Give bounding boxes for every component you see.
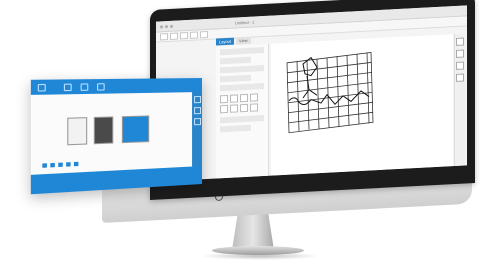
new-icon[interactable]	[160, 33, 168, 41]
pen-icon[interactable]	[456, 49, 464, 58]
zoom-icon[interactable]	[456, 37, 464, 46]
window-title: Untitled - 1	[235, 19, 255, 26]
layers-icon[interactable]	[63, 83, 72, 91]
property-row[interactable]	[220, 74, 252, 83]
tool-cell[interactable]	[240, 93, 248, 103]
property-row[interactable]	[220, 56, 252, 65]
floating-blue-window[interactable]	[30, 78, 202, 195]
grid-icon[interactable]	[456, 61, 464, 70]
gear-icon[interactable]	[456, 73, 464, 82]
tool-cell[interactable]	[240, 103, 248, 113]
minimize-icon[interactable]	[165, 24, 168, 28]
monitor-stand-neck	[232, 210, 274, 250]
redo-icon[interactable]	[200, 30, 208, 39]
tool-cell[interactable]	[230, 94, 238, 103]
tool-cell[interactable]	[220, 94, 228, 104]
close-icon[interactable]	[160, 24, 163, 28]
page-indicator[interactable]	[42, 163, 47, 168]
undo-icon[interactable]	[190, 31, 198, 39]
grid-drawing	[286, 51, 374, 134]
thumbnail-blue[interactable]	[121, 115, 150, 144]
edit-icon[interactable]	[193, 107, 201, 115]
tab-layout[interactable]: Layout	[216, 37, 235, 46]
tool-cell[interactable]	[250, 93, 258, 102]
tool-cell[interactable]	[220, 104, 228, 114]
floating-window-sidebar	[192, 92, 202, 167]
property-row[interactable]	[220, 124, 252, 133]
property-row[interactable]	[220, 47, 264, 56]
add-icon[interactable]	[193, 96, 201, 104]
tool-cell[interactable]	[230, 104, 238, 113]
save-icon[interactable]	[180, 32, 188, 40]
tool-cell[interactable]	[250, 103, 258, 112]
maximize-icon[interactable]	[170, 24, 173, 28]
delete-icon[interactable]	[193, 118, 201, 126]
monitor-screen: Untitled - 1 Layout View	[156, 5, 467, 182]
property-row[interactable]	[220, 115, 264, 124]
property-row[interactable]	[220, 83, 264, 92]
tool-grid	[220, 93, 264, 114]
right-toolbar	[454, 33, 465, 167]
tab-view[interactable]: View	[236, 36, 251, 45]
page-indicator[interactable]	[58, 162, 63, 168]
page-indicator[interactable]	[66, 162, 71, 167]
thumbnail-dark[interactable]	[93, 116, 114, 145]
text-icon[interactable]	[97, 82, 105, 91]
property-row[interactable]	[220, 65, 264, 74]
properties-panel	[216, 43, 269, 179]
thumbnail-light[interactable]	[67, 117, 88, 146]
open-icon[interactable]	[170, 32, 178, 40]
page-indicator[interactable]	[50, 162, 55, 168]
drawing-canvas[interactable]	[271, 34, 453, 176]
page-indicator[interactable]	[73, 161, 79, 167]
menu-icon[interactable]	[37, 83, 46, 92]
image-icon[interactable]	[80, 82, 89, 91]
monitor-stand-base	[212, 246, 304, 255]
product-scene: Untitled - 1 Layout View	[0, 0, 488, 274]
